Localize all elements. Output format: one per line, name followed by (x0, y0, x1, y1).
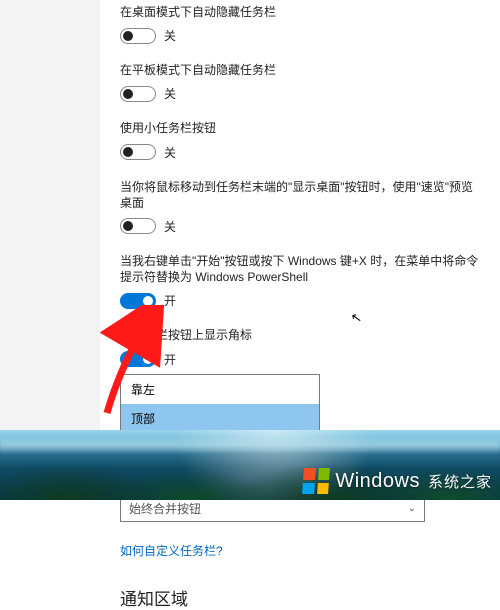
watermark-brand: Windows 系统之家 (303, 468, 492, 494)
toggle-state-label: 关 (164, 144, 176, 161)
setting-label: 当你将鼠标移动到任务栏末端的"显示桌面"按钮时，使用"速览"预览桌面 (120, 179, 480, 211)
chevron-down-icon: ⌄ (408, 503, 416, 514)
windows-logo-icon (302, 468, 330, 494)
brand-suffix: 系统之家 (428, 471, 492, 492)
setting-powershell-replace: 当我右键单击"开始"按钮或按下 Windows 键+X 时，在菜单中将命令提示符… (120, 253, 480, 309)
toggle-state-label: 关 (164, 85, 176, 102)
setting-small-buttons: 使用小任务栏按钮 关 (120, 120, 480, 160)
taskbar-settings-panel: 在桌面模式下自动隐藏任务栏 关 在平板模式下自动隐藏任务栏 关 使用小任务栏按钮… (120, 0, 480, 610)
toggle-powershell-replace[interactable] (120, 293, 156, 309)
toggle-state-label: 关 (164, 27, 176, 44)
setting-label: 使用小任务栏按钮 (120, 120, 480, 136)
how-to-customize-taskbar-link[interactable]: 如何自定义任务栏? (120, 542, 223, 559)
setting-label: 在平板模式下自动隐藏任务栏 (120, 62, 480, 78)
setting-label: 在桌面模式下自动隐藏任务栏 (120, 4, 480, 20)
toggle-state-label: 开 (164, 292, 176, 309)
taskbar-position-option-left[interactable]: 靠左 (121, 375, 319, 404)
notification-area-heading: 通知区域 (120, 585, 480, 610)
brand-name: Windows (335, 470, 420, 493)
toggle-tablet-autohide[interactable] (120, 86, 156, 102)
setting-peek-desktop: 当你将鼠标移动到任务栏末端的"显示桌面"按钮时，使用"速览"预览桌面 关 (120, 179, 480, 235)
setting-label: 在任务栏按钮上显示角标 (120, 327, 480, 343)
toggle-state-label: 关 (164, 218, 176, 235)
toggle-desktop-autohide[interactable] (120, 28, 156, 44)
taskbar-position-option-top[interactable]: 顶部 (121, 404, 319, 433)
setting-show-badges: 在任务栏按钮上显示角标 开 (120, 327, 480, 367)
combine-dropdown-value: 始终合并按钮 (129, 500, 201, 517)
setting-tablet-autohide: 在平板模式下自动隐藏任务栏 关 (120, 62, 480, 102)
setting-desktop-autohide: 在桌面模式下自动隐藏任务栏 关 (120, 4, 480, 44)
desktop-wallpaper: Windows 系统之家 (0, 430, 500, 500)
setting-label: 当我右键单击"开始"按钮或按下 Windows 键+X 时，在菜单中将命令提示符… (120, 253, 480, 285)
toggle-peek-desktop[interactable] (120, 218, 156, 234)
toggle-small-buttons[interactable] (120, 144, 156, 160)
toggle-state-label: 开 (164, 351, 176, 368)
settings-left-rail (0, 0, 100, 430)
toggle-show-badges[interactable] (120, 351, 156, 367)
